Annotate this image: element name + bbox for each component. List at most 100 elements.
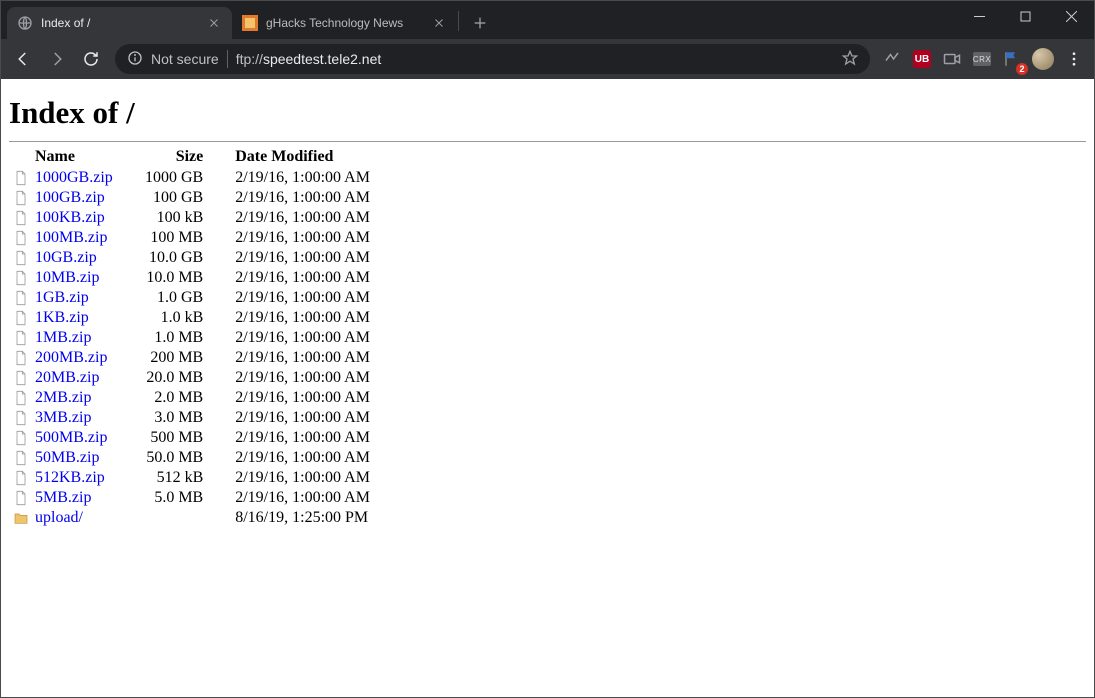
file-icon [9,488,31,508]
file-size-cell: 200 MB [141,348,231,368]
file-size-cell: 100 kB [141,208,231,228]
file-link[interactable]: 1KB.zip [35,309,89,326]
file-link[interactable]: 10GB.zip [35,249,97,266]
extension-gesture-icon[interactable] [878,45,906,73]
file-icon [9,348,31,368]
file-name-cell: 1GB.zip [31,288,141,308]
file-link[interactable]: 100MB.zip [35,229,107,246]
table-row: 20MB.zip20.0 MB2/19/16, 1:00:00 AM [9,368,378,388]
file-link[interactable]: 20MB.zip [35,369,99,386]
overflow-menu-button[interactable] [1060,45,1088,73]
file-link[interactable]: 100GB.zip [35,189,105,206]
file-size-cell: 512 kB [141,468,231,488]
file-date-cell: 2/19/16, 1:00:00 AM [231,328,378,348]
tab-ghacks[interactable]: gHacks Technology News [232,7,457,39]
file-icon [9,328,31,348]
col-name: Name [31,146,141,168]
table-row: 50MB.zip50.0 MB2/19/16, 1:00:00 AM [9,448,378,468]
file-name-cell: 200MB.zip [31,348,141,368]
col-size: Size [141,146,231,168]
omnibox-divider [227,50,228,68]
file-link[interactable]: 512KB.zip [35,469,105,486]
file-icon [9,368,31,388]
table-row: 500MB.zip500 MB2/19/16, 1:00:00 AM [9,428,378,448]
maximize-button[interactable] [1002,1,1048,31]
table-row: 1GB.zip1.0 GB2/19/16, 1:00:00 AM [9,288,378,308]
file-name-cell: 5MB.zip [31,488,141,508]
file-link[interactable]: 1MB.zip [35,329,91,346]
file-link[interactable]: upload/ [35,509,83,526]
profile-avatar[interactable] [1032,48,1054,70]
ublock-badge: UB [913,50,931,68]
table-row: 10MB.zip10.0 MB2/19/16, 1:00:00 AM [9,268,378,288]
file-date-cell: 2/19/16, 1:00:00 AM [231,288,378,308]
flag-badge-count: 2 [1016,63,1028,75]
file-link[interactable]: 10MB.zip [35,269,99,286]
file-link[interactable]: 3MB.zip [35,409,91,426]
file-name-cell: 512KB.zip [31,468,141,488]
back-button[interactable] [7,43,39,75]
heading-separator [9,141,1086,142]
file-date-cell: 2/19/16, 1:00:00 AM [231,268,378,288]
file-icon [9,268,31,288]
file-link[interactable]: 1GB.zip [35,289,89,306]
file-icon [9,208,31,228]
table-row: 3MB.zip 3.0 MB2/19/16, 1:00:00 AM [9,408,378,428]
table-row: 2MB.zip2.0 MB2/19/16, 1:00:00 AM [9,388,378,408]
file-size-cell: 3.0 MB [141,408,231,428]
file-icon [9,288,31,308]
file-date-cell: 8/16/19, 1:25:00 PM [231,508,378,528]
file-name-cell: 10GB.zip [31,248,141,268]
new-tab-button[interactable] [466,9,494,37]
extension-crx-icon[interactable]: CRX [968,45,996,73]
file-date-cell: 2/19/16, 1:00:00 AM [231,428,378,448]
file-link[interactable]: 500MB.zip [35,429,107,446]
extension-video-icon[interactable] [938,45,966,73]
file-size-cell: 2.0 MB [141,388,231,408]
directory-listing: Name Size Date Modified 1000GB.zip1000 G… [9,146,378,528]
tab-strip: Index of / gHacks Technology News [1,7,494,39]
address-bar[interactable]: Not secure ftp://speedtest.tele2.net [115,44,870,74]
table-row: 5MB.zip5.0 MB2/19/16, 1:00:00 AM [9,488,378,508]
minimize-button[interactable] [956,1,1002,31]
crx-badge: CRX [973,52,991,66]
tab-title: gHacks Technology News [266,16,425,30]
tab-index-of[interactable]: Index of / [7,7,232,39]
close-tab-icon[interactable] [431,15,447,31]
file-name-cell: 20MB.zip [31,368,141,388]
file-link[interactable]: 5MB.zip [35,489,91,506]
file-size-cell: 100 MB [141,228,231,248]
file-date-cell: 2/19/16, 1:00:00 AM [231,488,378,508]
file-icon [9,428,31,448]
browser-toolbar: Not secure ftp://speedtest.tele2.net UB … [1,39,1094,79]
file-size-cell: 1.0 kB [141,308,231,328]
reload-button[interactable] [75,43,107,75]
file-link[interactable]: 1000GB.zip [35,169,113,186]
table-row: 200MB.zip200 MB2/19/16, 1:00:00 AM [9,348,378,368]
window-controls [956,1,1094,31]
url-scheme: ftp:// [236,51,263,67]
info-icon[interactable] [127,50,143,69]
file-date-cell: 2/19/16, 1:00:00 AM [231,408,378,428]
file-link[interactable]: 200MB.zip [35,349,107,366]
table-row: 10GB.zip10.0 GB2/19/16, 1:00:00 AM [9,248,378,268]
folder-icon [9,508,31,528]
table-row: 1KB.zip1.0 kB2/19/16, 1:00:00 AM [9,308,378,328]
extension-ublock-icon[interactable]: UB [908,45,936,73]
close-window-button[interactable] [1048,1,1094,31]
file-name-cell: 100KB.zip [31,208,141,228]
bookmark-star-icon[interactable] [842,50,858,69]
file-size-cell: 10.0 GB [141,248,231,268]
table-row: 100KB.zip100 kB2/19/16, 1:00:00 AM [9,208,378,228]
table-row: 512KB.zip512 kB2/19/16, 1:00:00 AM [9,468,378,488]
file-link[interactable]: 2MB.zip [35,389,91,406]
forward-button[interactable] [41,43,73,75]
file-link[interactable]: 50MB.zip [35,449,99,466]
col-date: Date Modified [231,146,378,168]
file-name-cell: 100MB.zip [31,228,141,248]
file-name-cell: 10MB.zip [31,268,141,288]
file-link[interactable]: 100KB.zip [35,209,105,226]
table-row: 1000GB.zip1000 GB2/19/16, 1:00:00 AM [9,168,378,188]
close-tab-icon[interactable] [206,15,222,31]
extension-flag-icon[interactable]: 2 [998,45,1026,73]
